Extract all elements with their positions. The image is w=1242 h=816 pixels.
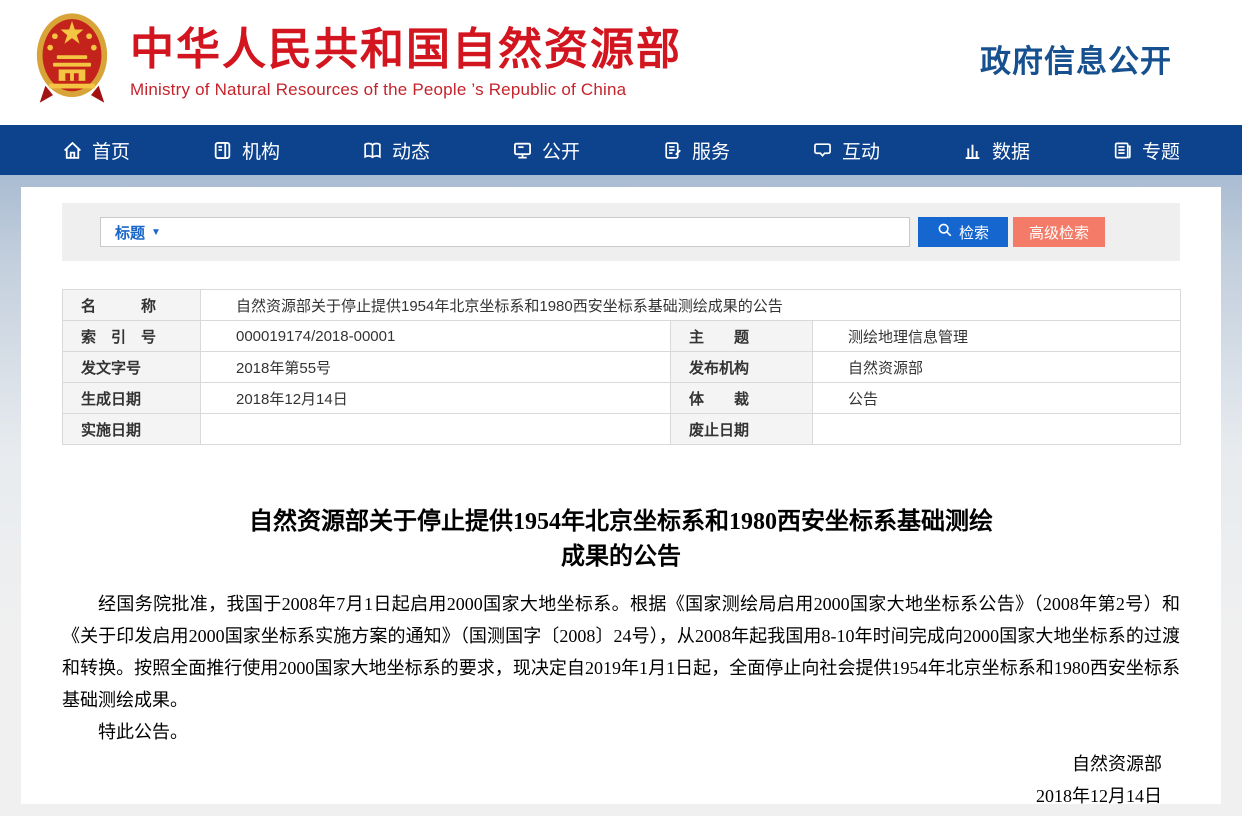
nav-label: 互动	[842, 137, 880, 164]
search-icon	[937, 222, 953, 242]
meta-label-name: 名 称	[63, 290, 201, 321]
signature-date: 2018年12月14日	[62, 780, 1180, 812]
meta-label-genre: 体 裁	[671, 383, 813, 414]
meta-value-create-date: 2018年12月14日	[201, 383, 671, 414]
advanced-search-label: 高级检索	[1029, 222, 1089, 243]
meta-value-effective-date	[201, 414, 671, 445]
table-row: 实施日期 废止日期	[63, 414, 1181, 445]
data-icon	[962, 140, 983, 161]
nav-label: 公开	[542, 137, 580, 164]
nav-label: 机构	[242, 137, 280, 164]
nav-item-home[interactable]: 首页	[21, 125, 171, 175]
advanced-search-button[interactable]: 高级检索	[1013, 217, 1105, 247]
search-section: 标题 ▼ 检索 高级检索	[62, 203, 1180, 261]
document-meta-table: 名 称 自然资源部关于停止提供1954年北京坐标系和1980西安坐标系基础测绘成…	[62, 289, 1181, 445]
table-row: 发文字号 2018年第55号 发布机构 自然资源部	[63, 352, 1181, 383]
nav-label: 首页	[92, 137, 130, 164]
nav-item-interaction[interactable]: 互动	[771, 125, 921, 175]
site-header: 中华人民共和国自然资源部 Ministry of Natural Resourc…	[0, 0, 1242, 125]
nav-label: 动态	[392, 137, 430, 164]
site-title-en: Ministry of Natural Resources of the Peo…	[130, 80, 682, 100]
search-field-dropdown[interactable]: 标题 ▼	[115, 222, 161, 243]
nav-label: 服务	[692, 137, 730, 164]
meta-label-doc-no: 发文字号	[63, 352, 201, 383]
nav-item-disclosure[interactable]: 公开	[471, 125, 621, 175]
organization-icon	[212, 140, 233, 161]
meta-value-genre: 公告	[813, 383, 1181, 414]
meta-label-index-no: 索 引 号	[63, 321, 201, 352]
table-row: 生成日期 2018年12月14日 体 裁 公告	[63, 383, 1181, 414]
meta-label-issuer: 发布机构	[671, 352, 813, 383]
article-paragraph: 经国务院批准，我国于2008年7月1日起启用2000国家大地坐标系。根据《国家测…	[62, 588, 1180, 716]
search-button[interactable]: 检索	[918, 217, 1008, 247]
news-icon	[362, 140, 383, 161]
meta-value-issuer: 自然资源部	[813, 352, 1181, 383]
disclosure-icon	[512, 140, 533, 161]
topics-icon	[1112, 140, 1133, 161]
meta-value-repeal-date	[813, 414, 1181, 445]
search-input[interactable]: 标题 ▼	[100, 217, 910, 247]
nav-item-organization[interactable]: 机构	[171, 125, 321, 175]
search-field-label: 标题	[115, 222, 145, 243]
interaction-icon	[812, 140, 833, 161]
nav-item-topics[interactable]: 专题	[1071, 125, 1221, 175]
meta-label-subject: 主 题	[671, 321, 813, 352]
main-nav: 首页 机构 动态 公开 服务 互动 数据 专题	[0, 125, 1242, 175]
meta-value-subject: 测绘地理信息管理	[813, 321, 1181, 352]
signature-org: 自然资源部	[62, 748, 1180, 780]
gov-info-disclosure-link[interactable]: 政府信息公开	[980, 36, 1172, 81]
meta-label-repeal-date: 废止日期	[671, 414, 813, 445]
meta-value-name: 自然资源部关于停止提供1954年北京坐标系和1980西安坐标系基础测绘成果的公告	[201, 290, 1181, 321]
service-icon	[662, 140, 683, 161]
brand-block: 中华人民共和国自然资源部 Ministry of Natural Resourc…	[130, 24, 682, 100]
table-row: 索 引 号 000019174/2018-00001 主 题 测绘地理信息管理	[63, 321, 1181, 352]
nav-label: 专题	[1142, 137, 1180, 164]
meta-value-doc-no: 2018年第55号	[201, 352, 671, 383]
nav-item-data[interactable]: 数据	[921, 125, 1071, 175]
page-title: 自然资源部关于停止提供1954年北京坐标系和1980西安坐标系基础测绘成果的公告	[241, 505, 1001, 575]
content-panel: 标题 ▼ 检索 高级检索 名 称 自然资源部关于停止提供1954年北京坐标系和1…	[21, 187, 1221, 804]
nav-label: 数据	[992, 137, 1030, 164]
national-emblem-logo[interactable]	[34, 10, 110, 108]
home-icon	[62, 140, 83, 161]
article-paragraph: 特此公告。	[62, 716, 1180, 748]
nav-item-news[interactable]: 动态	[321, 125, 471, 175]
nav-item-service[interactable]: 服务	[621, 125, 771, 175]
meta-value-index-no: 000019174/2018-00001	[201, 321, 671, 352]
announcement-article: 自然资源部关于停止提供1954年北京坐标系和1980西安坐标系基础测绘成果的公告…	[62, 505, 1180, 812]
chevron-down-icon: ▼	[151, 227, 161, 238]
meta-label-effective-date: 实施日期	[63, 414, 201, 445]
table-row: 名 称 自然资源部关于停止提供1954年北京坐标系和1980西安坐标系基础测绘成…	[63, 290, 1181, 321]
search-button-label: 检索	[959, 222, 989, 243]
site-title-cn: 中华人民共和国自然资源部	[130, 24, 682, 76]
meta-label-create-date: 生成日期	[63, 383, 201, 414]
